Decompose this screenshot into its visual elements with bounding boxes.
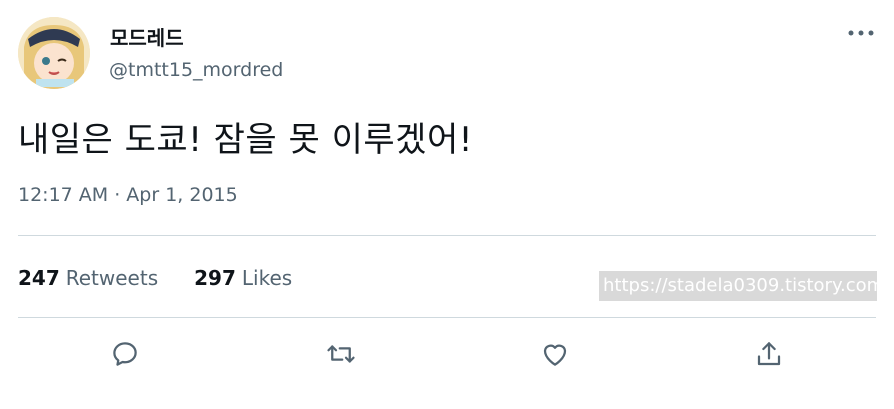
- tweet-timestamp[interactable]: 12:17 AM · Apr 1, 2015: [18, 184, 238, 206]
- retweets-count: 247: [18, 266, 60, 290]
- like-button[interactable]: [537, 336, 573, 372]
- avatar[interactable]: [18, 17, 90, 89]
- share-icon: [757, 342, 781, 366]
- retweets-stat[interactable]: 247 Retweets: [18, 266, 158, 290]
- display-name[interactable]: 모드레드: [110, 22, 184, 51]
- likes-label: Likes: [241, 266, 293, 290]
- divider: [18, 235, 876, 236]
- watermark: https://stadela0309.tistory.com: [599, 271, 877, 301]
- tweet-text: 내일은 도쿄! 잠을 못 이루겠어!: [18, 120, 473, 160]
- tweet-stats: 247 Retweets 297 Likes: [18, 266, 292, 290]
- more-icon: [848, 30, 874, 36]
- retweet-button[interactable]: [323, 336, 359, 372]
- reply-icon: [113, 342, 137, 366]
- likes-stat[interactable]: 297 Likes: [194, 266, 292, 290]
- share-button[interactable]: [751, 336, 787, 372]
- likes-count: 297: [194, 266, 236, 290]
- avatar-image: [18, 17, 90, 89]
- divider: [18, 317, 876, 318]
- reply-button[interactable]: [107, 336, 143, 372]
- more-options-button[interactable]: [845, 22, 877, 44]
- user-handle[interactable]: @tmtt15_mordred: [109, 59, 283, 81]
- retweet-icon: [327, 345, 355, 363]
- retweets-label: Retweets: [65, 266, 159, 290]
- heart-icon: [543, 344, 567, 366]
